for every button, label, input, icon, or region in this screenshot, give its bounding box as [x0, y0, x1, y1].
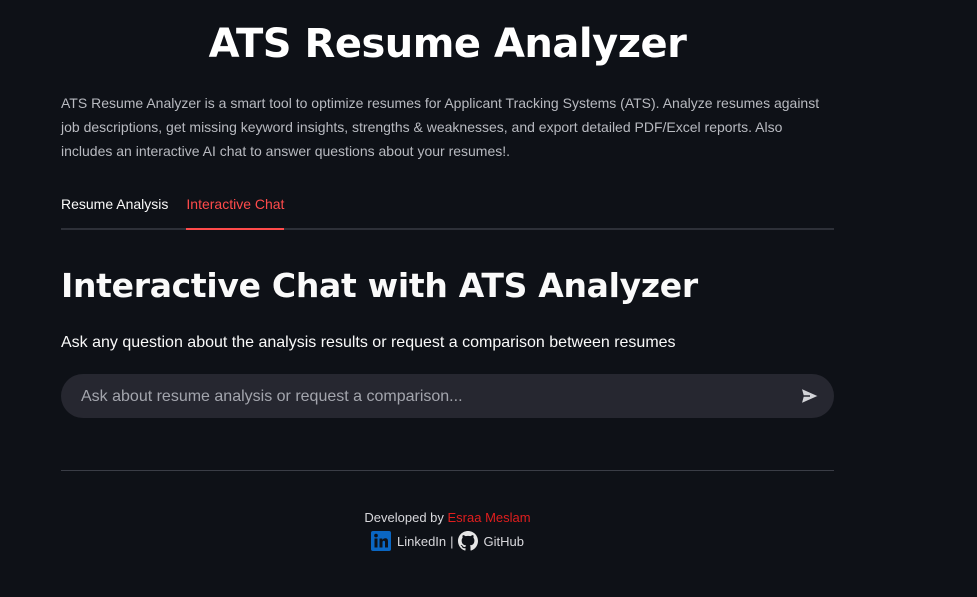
app-description: ATS Resume Analyzer is a smart tool to o…: [61, 95, 820, 159]
chat-input[interactable]: [79, 374, 783, 420]
credit-line: Developed by Esraa Meslam: [61, 508, 834, 528]
app-title: ATS Resume Analyzer: [208, 21, 687, 67]
chat-subtitle: Ask any question about the analysis resu…: [61, 334, 676, 351]
github-label: GitHub: [483, 533, 524, 549]
github-icon: [457, 531, 478, 551]
tab-bar: Resume Analysis Interactive Chat: [61, 186, 834, 230]
send-button[interactable]: [798, 384, 822, 408]
chat-input-container: [61, 374, 834, 420]
chat-heading: Interactive Chat with ATS Analyzer: [61, 266, 698, 305]
link-separator: |: [450, 533, 454, 549]
social-links: LinkedIn | GitHub: [61, 531, 834, 551]
author-name: Esraa Meslam: [447, 510, 531, 525]
footer: Developed by Esraa Meslam LinkedIn | Git…: [61, 508, 834, 551]
tab-resume-analysis[interactable]: Resume Analysis: [61, 186, 168, 228]
linkedin-label: LinkedIn: [396, 533, 447, 549]
developed-by-text: Developed by: [364, 510, 444, 525]
github-link[interactable]: GitHub: [457, 531, 524, 551]
footer-divider: [61, 470, 834, 471]
app-page: ATS Resume Analyzer ATS Resume Analyzer …: [0, 0, 977, 597]
send-icon: [800, 387, 820, 405]
linkedin-icon: [370, 531, 391, 551]
linkedin-link[interactable]: LinkedIn: [370, 531, 447, 551]
tab-interactive-chat[interactable]: Interactive Chat: [186, 186, 285, 230]
